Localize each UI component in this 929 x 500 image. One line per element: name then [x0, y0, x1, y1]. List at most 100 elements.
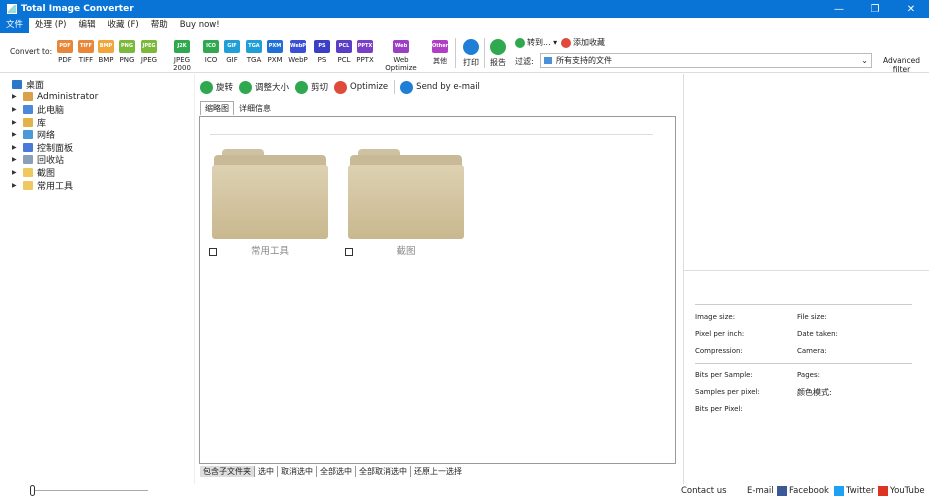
menu-process[interactable]: 处理 (P)	[29, 18, 72, 33]
tree-item[interactable]: ▶ 库	[0, 116, 190, 129]
arrow-right-icon	[515, 37, 525, 48]
tab-details[interactable]: 详细信息	[234, 101, 276, 115]
format-icon: Other	[432, 40, 448, 53]
rotate-label: 旋转	[216, 83, 234, 93]
facebook-link[interactable]: Facebook	[777, 486, 829, 496]
expand-arrow-icon[interactable]: ▶	[12, 106, 20, 113]
tree-item[interactable]: ▶ 回收站	[0, 154, 190, 166]
bits-per-pixel-label: Bits per Pixel:	[695, 405, 743, 413]
menu-edit[interactable]: 编辑	[72, 18, 101, 33]
format-button-png[interactable]: PNG PNG	[115, 40, 139, 64]
zoom-slider-handle[interactable]	[30, 485, 35, 496]
pane-splitter[interactable]	[194, 74, 195, 484]
folder-checkbox[interactable]	[209, 248, 217, 256]
expand-arrow-icon[interactable]: ▶	[12, 144, 20, 151]
format-label: JPEG	[140, 56, 158, 64]
folder-checkbox[interactable]	[345, 248, 353, 256]
resize-button[interactable]: 调整大小	[239, 80, 289, 94]
folder-icon	[23, 92, 33, 102]
menu-favorites[interactable]: 收藏 (F)	[102, 18, 145, 33]
goto-label: 转到...	[527, 38, 551, 47]
report-button[interactable]: 报告	[487, 39, 509, 68]
format-button-web-optimize[interactable]: Web Web Optimize	[377, 40, 425, 72]
format-button-ps[interactable]: PS PS	[310, 40, 334, 64]
expand-arrow-icon[interactable]: ▶	[12, 182, 20, 189]
folder-icon	[12, 79, 22, 89]
restore-selection-button[interactable]: 还原上一选择	[411, 466, 465, 477]
print-button[interactable]: 打印	[460, 39, 482, 68]
samples-per-pixel-label: Samples per pixel:	[695, 388, 760, 396]
format-label: BMP	[98, 56, 114, 64]
format-button-jpeg-2000[interactable]: J2K JPEG 2000	[165, 40, 199, 72]
maximize-button[interactable]: ❐	[857, 0, 893, 18]
expand-arrow-icon[interactable]: ▶	[12, 169, 20, 176]
crop-button[interactable]: 剪切	[295, 80, 329, 94]
goto-button[interactable]: 转到... ▾	[515, 37, 557, 48]
expand-arrow-icon[interactable]: ▶	[12, 156, 20, 163]
format-icon: J2K	[174, 40, 190, 53]
tree-item[interactable]: ▶ 常用工具	[0, 179, 190, 192]
tree-item[interactable]: ▶ 此电脑	[0, 103, 190, 116]
filter-select[interactable]: 所有支持的文件 ⌄	[540, 53, 872, 68]
minimize-button[interactable]: —	[821, 0, 857, 18]
format-button-jpeg[interactable]: JPEG JPEG	[137, 40, 161, 64]
info-divider	[695, 304, 912, 305]
uncheck-all-button[interactable]: 全部取消选中	[356, 466, 411, 477]
tree-item[interactable]: ▶ Administrator	[0, 91, 190, 104]
menu-buy-now[interactable]: Buy now!	[174, 18, 226, 33]
advanced-filter-link[interactable]: Advanced filter	[874, 56, 929, 74]
expand-arrow-icon[interactable]: ▶	[12, 119, 20, 126]
format-icon: ICO	[203, 40, 219, 53]
format-button-webp[interactable]: WebP WebP	[286, 40, 310, 64]
format-button-gif[interactable]: GIF GIF	[220, 40, 244, 64]
menu-file[interactable]: 文件	[0, 18, 30, 33]
tree-item[interactable]: ▶ 控制面板	[0, 141, 190, 154]
expand-arrow-icon[interactable]: ▶	[12, 131, 20, 138]
folder-item[interactable]: 截图	[348, 149, 464, 257]
format-button-pxm[interactable]: PXM PXM	[263, 40, 287, 64]
youtube-link[interactable]: YouTube	[878, 486, 925, 496]
folder-icon	[23, 155, 33, 165]
tree-item-label: 控制面板	[37, 143, 74, 154]
folder-icon	[23, 117, 33, 127]
expand-arrow-icon[interactable]: ▶	[12, 93, 20, 100]
twitter-link[interactable]: Twitter	[834, 486, 875, 496]
toolbar: Convert to: PDF PDF TIFF TIFF BMP BMP PNG PNG JP…	[0, 33, 929, 74]
include-subfolders-button[interactable]: 包含子文件夹	[200, 466, 255, 477]
check-all-button[interactable]: 全部选中	[317, 466, 356, 477]
rotate-button[interactable]: 旋转	[200, 80, 234, 94]
crop-label: 剪切	[311, 83, 329, 93]
format-button-其他[interactable]: Other 其他	[426, 40, 454, 66]
optimize-button[interactable]: Optimize	[334, 80, 388, 94]
format-icon: JPEG	[141, 40, 157, 53]
contact-link[interactable]: Contact us	[681, 486, 727, 496]
tree-item[interactable]: ▶ 网络	[0, 128, 190, 141]
zoom-slider[interactable]	[30, 485, 148, 496]
format-label: TGA	[246, 56, 262, 64]
image-size-label: Image size:	[695, 313, 736, 321]
format-label: PNG	[119, 56, 135, 64]
check-button[interactable]: 选中	[255, 466, 278, 477]
date-taken-label: Date taken:	[797, 330, 838, 338]
tab-thumbnails[interactable]: 缩略图	[200, 101, 234, 115]
tree-item-label: Administrator	[37, 91, 99, 102]
uncheck-button[interactable]: 取消选中	[278, 466, 317, 477]
format-button-pptx[interactable]: PPTX PPTX	[353, 40, 377, 64]
add-favorite-button[interactable]: 添加收藏	[561, 37, 605, 48]
email-link[interactable]: E-mail	[747, 486, 774, 496]
tree-item[interactable]: ▶ 截图	[0, 166, 190, 179]
folder-item[interactable]: 常用工具	[212, 149, 328, 257]
send-email-button[interactable]: Send by e-mail	[400, 80, 480, 94]
format-label: PDF	[58, 56, 72, 64]
format-label: 其他	[433, 57, 447, 65]
print-label: 打印	[463, 58, 479, 67]
tree-item[interactable]: 桌面	[0, 78, 190, 91]
youtube-icon	[878, 486, 888, 496]
close-button[interactable]: ✕	[893, 0, 929, 18]
tree-item-label: 网络	[37, 131, 56, 142]
resize-icon	[239, 80, 253, 94]
file-list-panel: 常用工具 截图	[199, 116, 676, 464]
tree-item-label: 此电脑	[37, 105, 65, 116]
tree-item-label: 库	[37, 118, 47, 129]
menu-help[interactable]: 帮助	[145, 18, 174, 33]
